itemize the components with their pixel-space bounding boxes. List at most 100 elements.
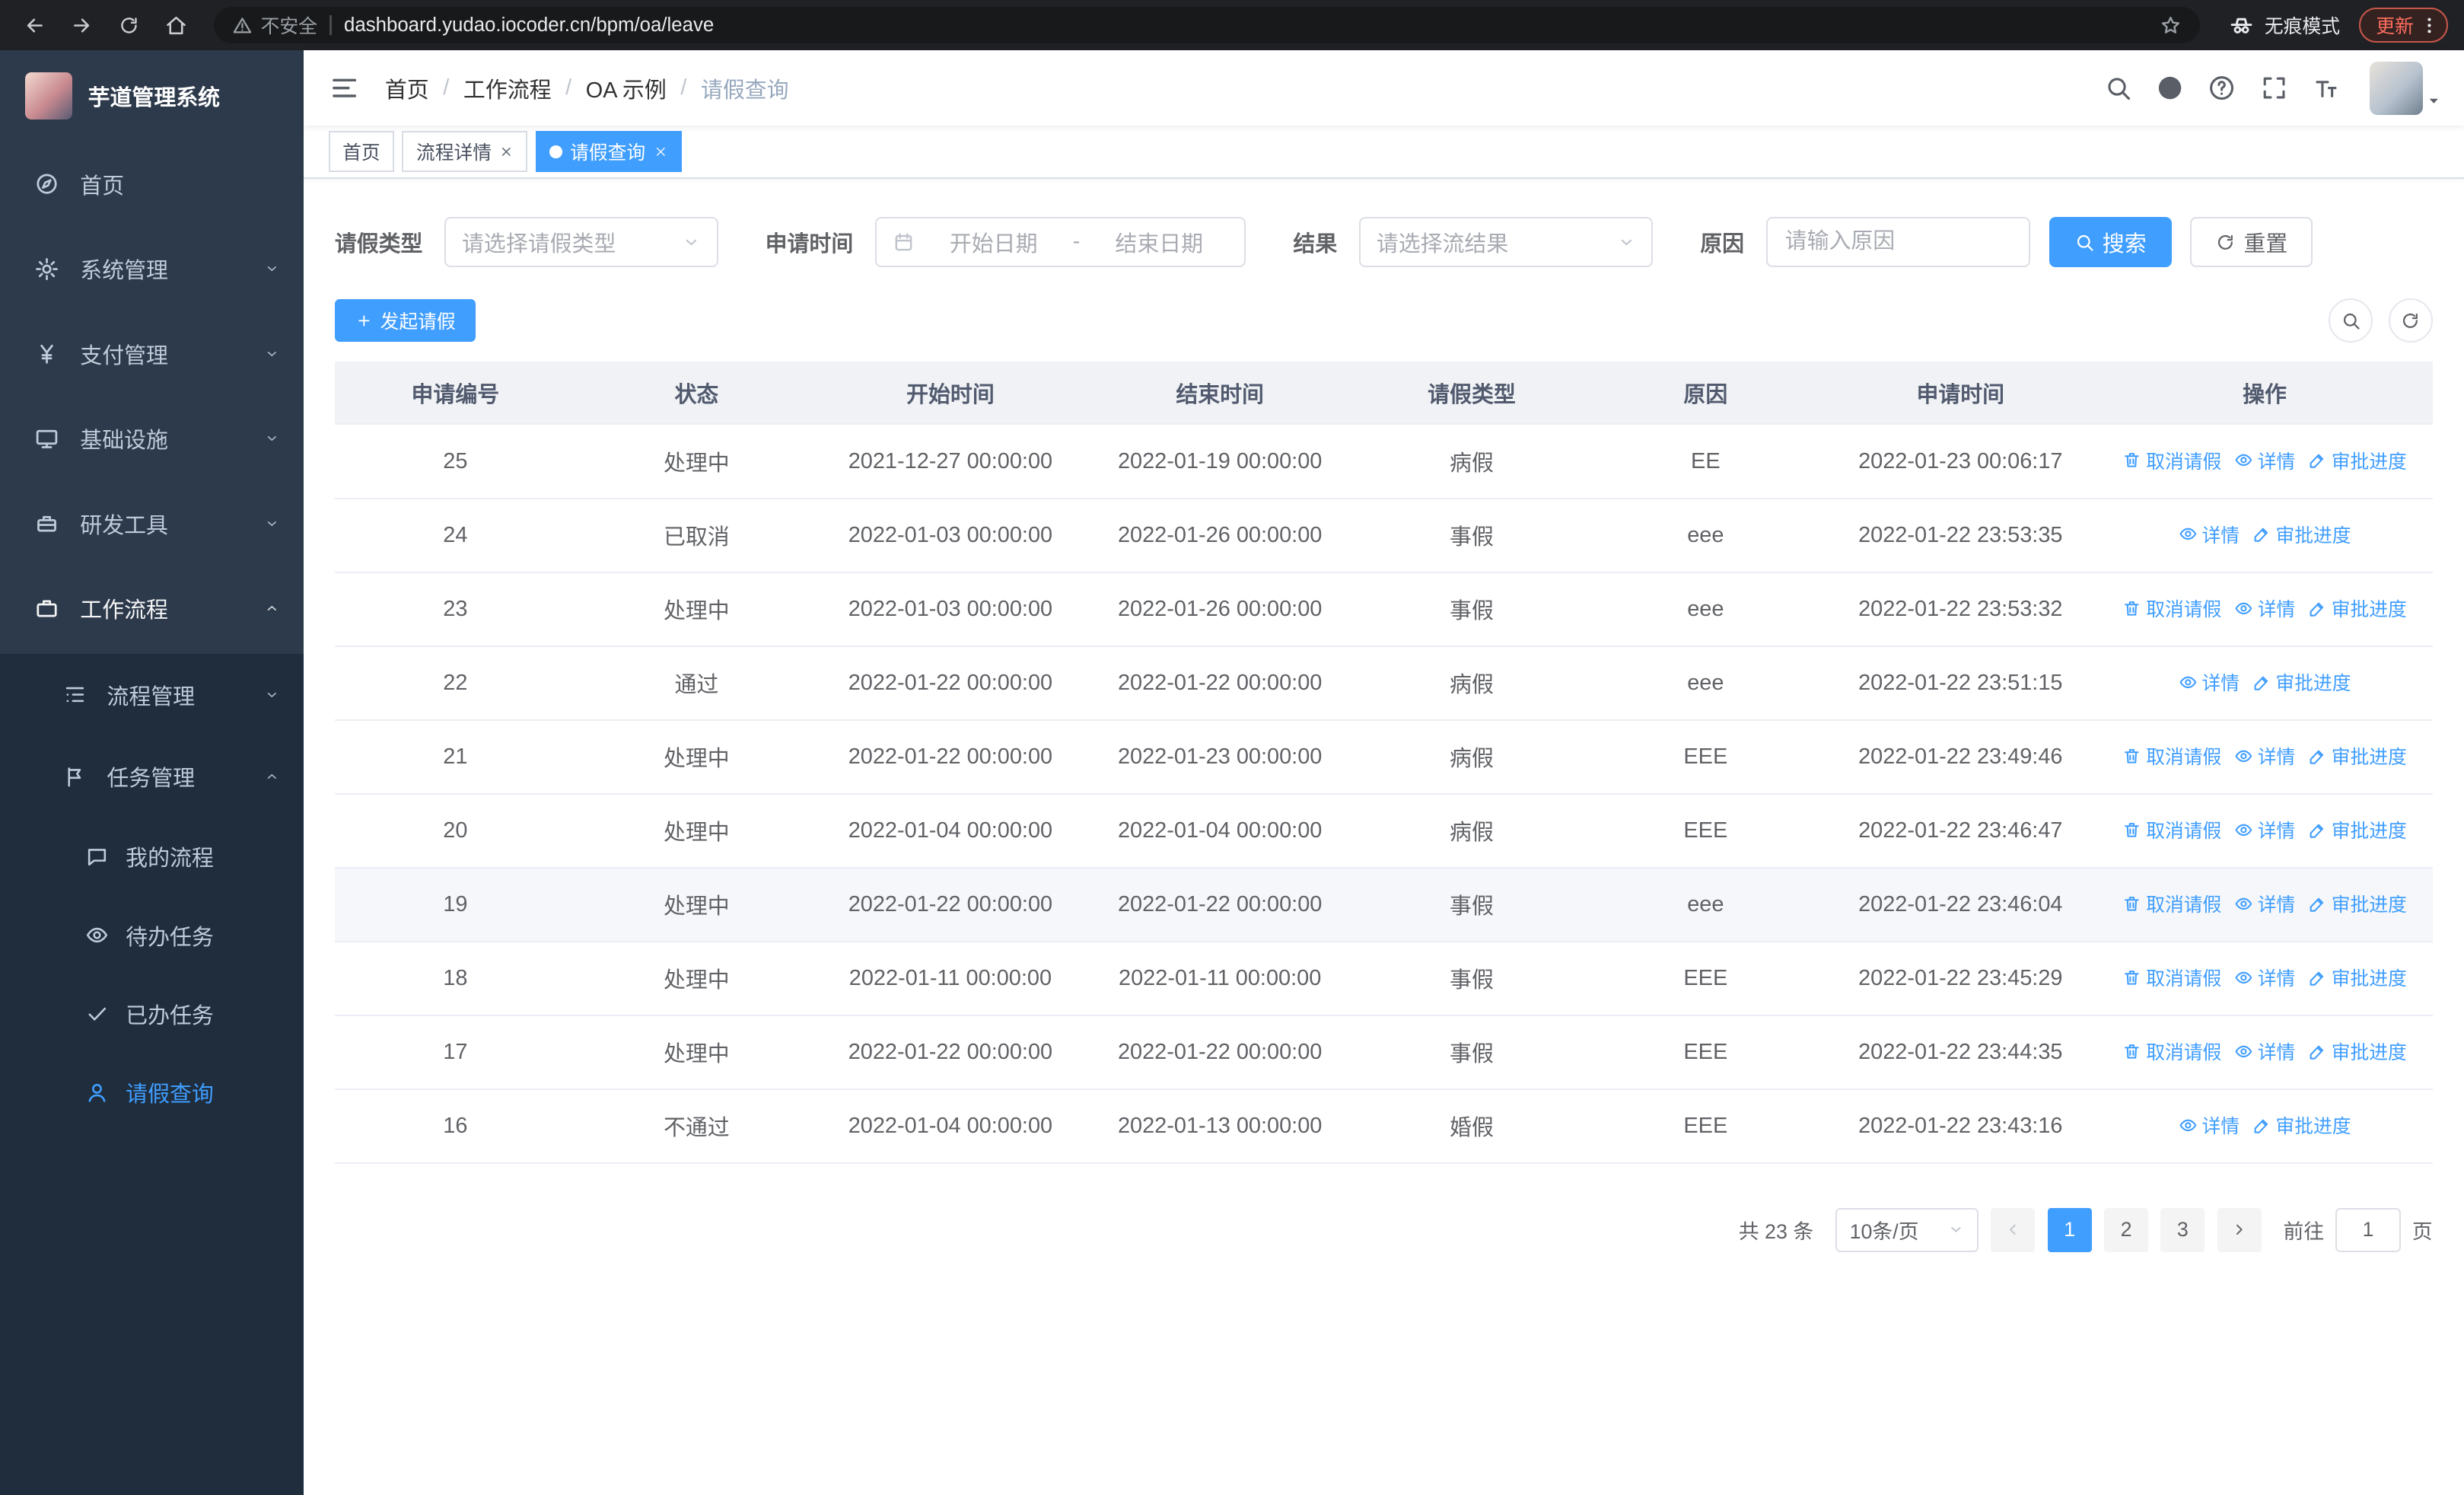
page-button-3[interactable]: 3 <box>2160 1207 2205 1252</box>
font-size-button[interactable] <box>2312 74 2340 102</box>
tree-icon <box>63 683 87 706</box>
detail-link[interactable]: 详情 <box>2234 742 2295 770</box>
reason-input[interactable] <box>1765 216 2030 268</box>
approval-progress-link[interactable]: 审批进度 <box>2308 742 2407 770</box>
sidebar-item-process-management[interactable]: 流程管理 <box>0 654 304 735</box>
help-button[interactable] <box>2208 74 2236 102</box>
cell-status: 处理中 <box>575 424 817 499</box>
page-button-2[interactable]: 2 <box>2104 1207 2148 1252</box>
edit-icon <box>2308 821 2327 840</box>
fullscreen-button[interactable] <box>2260 74 2288 102</box>
browser-back-button[interactable] <box>16 6 54 44</box>
detail-link[interactable]: 详情 <box>2234 447 2295 474</box>
goto-page-input[interactable] <box>2335 1207 2402 1252</box>
approval-progress-link[interactable]: 审批进度 <box>2252 668 2351 696</box>
browser-update-button[interactable]: 更新 <box>2358 8 2449 43</box>
close-icon[interactable] <box>499 145 514 159</box>
screen: 不安全 dashboard.yudao.iocoder.cn/bpm/oa/le… <box>0 0 2464 1495</box>
cancel-leave-link[interactable]: 取消请假 <box>2122 964 2221 991</box>
header-search-button[interactable] <box>2104 74 2132 102</box>
sidebar-item-todo-tasks[interactable]: 待办任务 <box>0 896 304 974</box>
tab-leave-query[interactable]: 请假查询 <box>535 131 682 173</box>
tab-home[interactable]: 首页 <box>328 131 395 173</box>
detail-link[interactable]: 详情 <box>2234 890 2295 917</box>
avatar <box>2370 61 2424 115</box>
end-date-placeholder[interactable]: 结束日期 <box>1090 226 1229 258</box>
sidebar-item-leave-query[interactable]: 请假查询 <box>0 1053 304 1131</box>
github-link[interactable] <box>2156 74 2184 102</box>
search-button[interactable]: 搜索 <box>2049 216 2172 268</box>
prev-page-button[interactable] <box>1991 1207 2036 1252</box>
page-content: 请假类型 请选择请假类型 申请时间 开始日期 - 结束日期 结果 请选择流结果 … <box>303 179 2464 1495</box>
create-leave-button[interactable]: 发起请假 <box>334 299 476 343</box>
apply-time-range-picker[interactable]: 开始日期 - 结束日期 <box>875 216 1246 268</box>
app-logo[interactable]: 芋道管理系统 <box>0 50 304 142</box>
approval-progress-label: 审批进度 <box>2331 748 2407 768</box>
chevron-down-icon <box>1617 233 1636 252</box>
sidebar-item-workflow[interactable]: 工作流程 <box>0 566 304 651</box>
cell-reason: eee <box>1587 498 1825 573</box>
detail-label: 详情 <box>2257 969 2296 990</box>
next-page-button[interactable] <box>2217 1207 2262 1252</box>
sidebar-item-done-tasks[interactable]: 已办任务 <box>0 974 304 1053</box>
kebab-menu-icon[interactable] <box>2418 14 2440 37</box>
detail-link[interactable]: 详情 <box>2234 964 2296 991</box>
sidebar-item-label: 我的流程 <box>126 846 214 872</box>
browser-forward-button[interactable] <box>63 6 101 44</box>
workflow-submenu: 流程管理 任务管理 我的流程 待办任务 已办任务 请假查询 <box>0 654 304 1132</box>
approval-progress-link[interactable]: 审批进度 <box>2308 816 2407 843</box>
page-unit-label: 页 <box>2411 1220 2433 1244</box>
url-bar[interactable]: 不安全 dashboard.yudao.iocoder.cn/bpm/oa/le… <box>213 7 2201 43</box>
page-button-1[interactable]: 1 <box>2047 1207 2092 1252</box>
toggle-search-button[interactable] <box>2329 298 2373 343</box>
security-chip[interactable]: 不安全 <box>232 11 317 39</box>
sidebar-item-payment[interactable]: 支付管理 <box>0 311 304 397</box>
cancel-leave-link[interactable]: 取消请假 <box>2122 594 2221 622</box>
flag-icon <box>63 765 87 789</box>
cancel-leave-link[interactable]: 取消请假 <box>2122 816 2221 843</box>
approval-progress-link[interactable]: 审批进度 <box>2308 447 2407 474</box>
detail-link[interactable]: 详情 <box>2179 668 2240 696</box>
sidebar-item-home[interactable]: 首页 <box>0 142 304 227</box>
cancel-leave-link[interactable]: 取消请假 <box>2122 742 2221 770</box>
detail-link[interactable]: 详情 <box>2179 1111 2240 1139</box>
leave-type-select[interactable]: 请选择请假类型 <box>444 216 718 268</box>
cell-apply-id: 22 <box>334 645 576 721</box>
user-menu[interactable] <box>2370 61 2424 115</box>
chat-icon <box>85 845 109 869</box>
breadcrumb-item[interactable]: 工作流程 <box>463 72 552 104</box>
start-date-placeholder[interactable]: 开始日期 <box>924 226 1063 258</box>
reset-button[interactable]: 重置 <box>2190 216 2313 268</box>
breadcrumb-item[interactable]: OA 示例 <box>586 72 667 104</box>
approval-progress-link[interactable]: 审批进度 <box>2308 890 2407 917</box>
browser-home-button[interactable] <box>157 6 195 44</box>
sidebar-item-system[interactable]: 系统管理 <box>0 226 304 311</box>
tab-label: 流程详情 <box>415 143 492 164</box>
sidebar-item-devtools[interactable]: 研发工具 <box>0 481 304 566</box>
cell-reason: EEE <box>1587 793 1825 869</box>
sidebar-item-my-process[interactable]: 我的流程 <box>0 818 304 896</box>
result-select[interactable]: 请选择流结果 <box>1359 216 1654 268</box>
detail-link[interactable]: 详情 <box>2234 594 2295 622</box>
approval-progress-link[interactable]: 审批进度 <box>2308 964 2407 991</box>
approval-progress-link[interactable]: 审批进度 <box>2308 1038 2407 1065</box>
approval-progress-link[interactable]: 审批进度 <box>2252 521 2351 548</box>
tab-process-detail[interactable]: 流程详情 <box>402 131 528 173</box>
cancel-leave-link[interactable]: 取消请假 <box>2122 447 2221 474</box>
page-size-select[interactable]: 10条/页 <box>1835 1207 1979 1252</box>
sidebar-item-task-management[interactable]: 任务管理 <box>0 735 304 817</box>
cancel-leave-link[interactable]: 取消请假 <box>2122 890 2221 917</box>
detail-link[interactable]: 详情 <box>2234 1038 2295 1065</box>
refresh-table-button[interactable] <box>2388 298 2433 343</box>
browser-reload-button[interactable] <box>110 6 148 44</box>
approval-progress-link[interactable]: 审批进度 <box>2252 1111 2351 1139</box>
sidebar-item-infrastructure[interactable]: 基础设施 <box>0 396 304 481</box>
breadcrumb-item[interactable]: 首页 <box>385 72 429 104</box>
bookmark-star-icon[interactable] <box>2160 14 2182 37</box>
detail-link[interactable]: 详情 <box>2234 816 2295 843</box>
detail-link[interactable]: 详情 <box>2179 521 2240 548</box>
cancel-leave-link[interactable]: 取消请假 <box>2122 1038 2221 1065</box>
sidebar-toggle-button[interactable] <box>329 72 360 104</box>
approval-progress-link[interactable]: 审批进度 <box>2308 594 2407 622</box>
close-icon[interactable] <box>654 145 668 159</box>
